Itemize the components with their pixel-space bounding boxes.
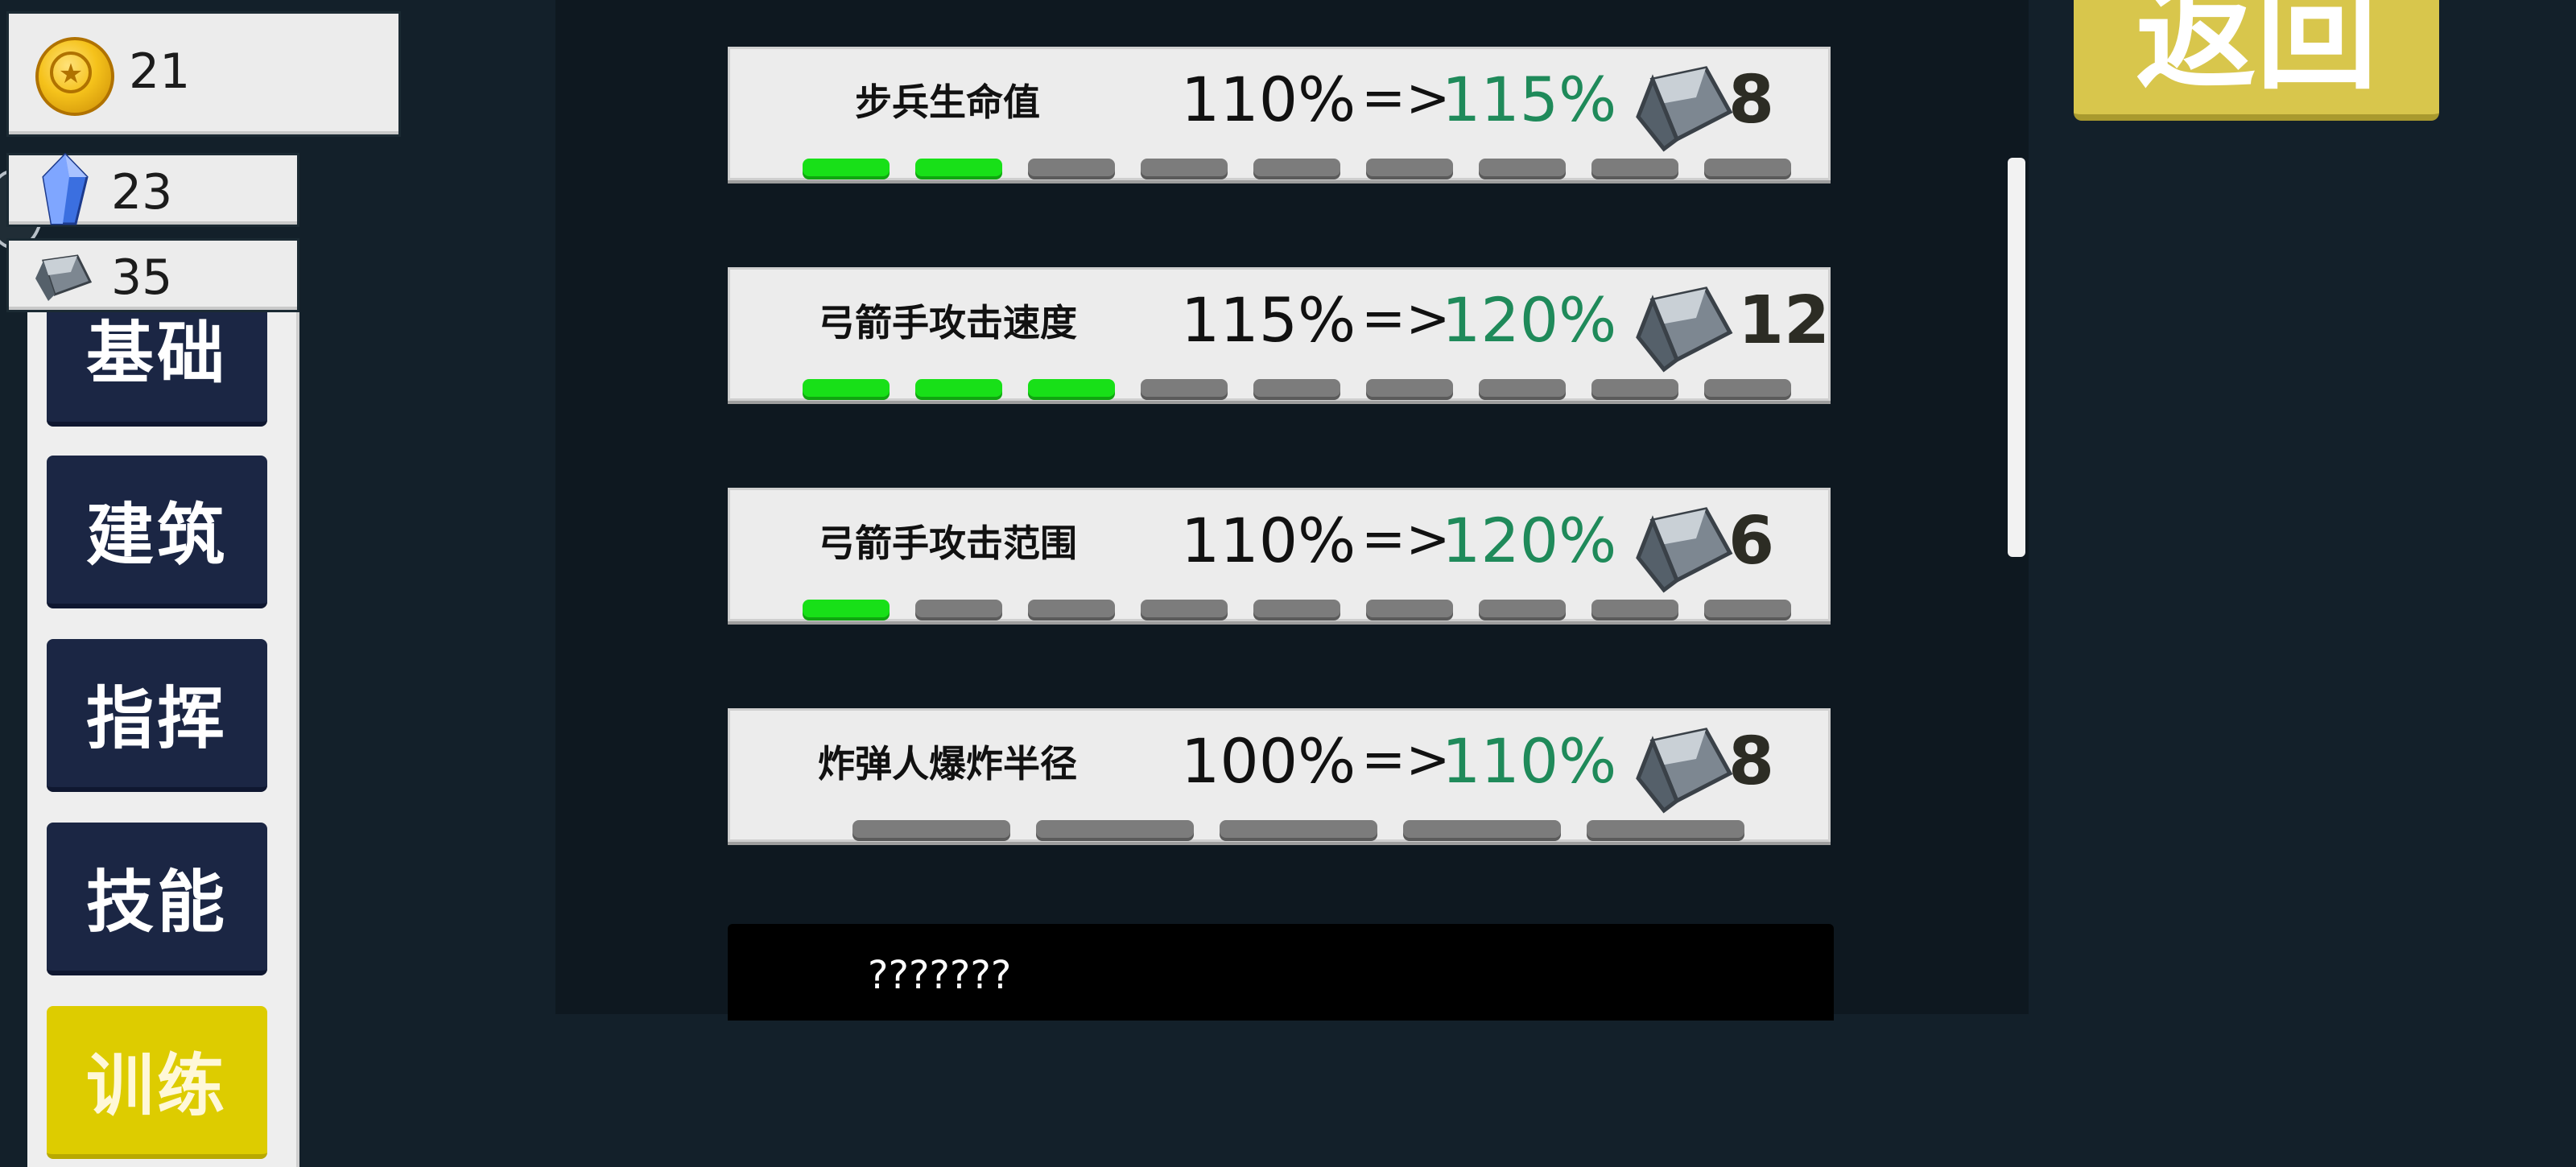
level-segment [1028,159,1115,176]
next-value: 120% [1442,284,1617,356]
sidebar-item-label: 技能 [85,862,228,942]
level-segment [1253,159,1340,176]
iron-ingot-icon [1636,728,1733,814]
upgrade-name: 弓箭手攻击速度 [818,301,1077,344]
iron-ingot-icon [1636,507,1733,593]
upgrade-name: 弓箭手攻击范围 [818,522,1077,565]
scrollbar-thumb[interactable] [2008,158,2025,557]
level-segment [1704,600,1791,617]
iron-ingot-icon [1636,287,1733,373]
level-segment [1591,379,1678,397]
upgrade-cost: 6 [1728,503,1775,579]
upgrade-arrow: => [1361,508,1451,570]
level-segment [1141,600,1228,617]
sidebar-item-label: 建筑 [85,495,228,575]
level-segment [1253,379,1340,397]
iron-ingot-icon [1636,66,1733,152]
upgrade-row-archer-attack-speed[interactable]: 弓箭手攻击速度 115% => 120% 12 [728,267,1831,401]
level-segment [803,600,890,617]
level-segment [1220,820,1377,838]
level-segment [1366,600,1453,617]
level-segment [915,379,1002,397]
level-segment [915,159,1002,176]
level-segment [1591,600,1678,617]
next-value: 110% [1442,725,1617,797]
iron-ingot-icon [35,254,93,301]
upgrade-row-bomber-explosion-radius[interactable]: 炸弹人爆炸半径 100% => 110% 8 [728,708,1831,842]
level-segment [915,600,1002,617]
current-value: 110% [1181,64,1356,135]
level-segment [852,820,1010,838]
upgrade-cost: 8 [1728,62,1775,138]
level-segment [1704,379,1791,397]
upgrade-cost: 8 [1728,724,1775,800]
level-segment [1479,600,1566,617]
coin-ring: ★ [50,52,92,93]
level-segment [1366,159,1453,176]
current-value: 110% [1181,505,1356,576]
sidebar-item-command[interactable]: 指挥 [47,639,267,792]
level-segment [1141,159,1228,176]
upgrade-row-infantry-hp[interactable]: 步兵生命值 110% => 115% 8 [728,47,1831,180]
sidebar-item-label: 训练 [85,1045,228,1125]
current-value: 115% [1181,284,1356,356]
sidebar-item-skill[interactable]: 技能 [47,823,267,975]
level-segment [1479,159,1566,176]
level-segment [1028,600,1115,617]
level-segment [1141,379,1228,397]
level-segment [803,379,890,397]
upgrade-arrow: => [1361,287,1451,349]
level-segment [1591,159,1678,176]
level-segment [1479,379,1566,397]
sidebar-item-label: 指挥 [85,678,228,758]
level-segment [1028,379,1115,397]
sidebar-item-building[interactable]: 建筑 [47,456,267,608]
upgrade-arrow: => [1361,67,1451,129]
current-value: 100% [1181,725,1356,797]
back-button[interactable]: 返回 [2074,0,2439,121]
level-segment [1403,820,1561,838]
crystal-amount: 23 [111,164,173,221]
level-segment [1366,379,1453,397]
upgrade-name: 炸弹人爆炸半径 [818,742,1077,786]
gold-coin-icon: ★ [35,37,114,116]
level-segment [1253,600,1340,617]
level-segment [803,159,890,176]
next-value: 120% [1442,505,1617,576]
back-button-label: 返回 [2135,0,2377,106]
next-value: 115% [1442,64,1617,135]
level-segment [1587,820,1744,838]
sidebar-item-training[interactable]: 训练 [47,1006,267,1159]
gold-amount: 21 [129,43,191,100]
sidebar-item-label: 基础 [85,313,228,393]
level-segment [1036,820,1194,838]
upgrade-name: 步兵生命值 [855,80,1040,124]
iron-amount: 35 [111,249,173,306]
level-segment [1704,159,1791,176]
locked-upgrade-name: ??????? [868,953,1012,998]
upgrade-arrow: => [1361,728,1451,790]
locked-upgrade-row: ??????? [728,924,1834,1021]
upgrade-cost: 12 [1738,282,1831,359]
upgrade-row-archer-attack-range[interactable]: 弓箭手攻击范围 110% => 120% 6 [728,488,1831,621]
coin-star-icon: ★ [58,58,84,90]
blue-crystal-icon [42,153,89,225]
